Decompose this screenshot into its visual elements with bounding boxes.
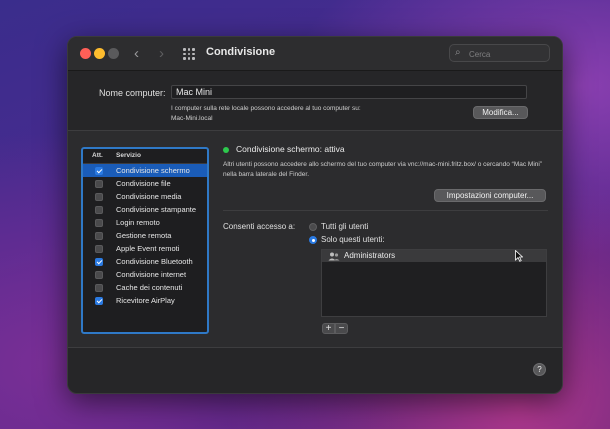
service-label: Condivisione media (116, 192, 182, 201)
service-checkbox[interactable] (95, 258, 103, 266)
sharing-window: ‹ › Condivisione ⌕ Nome computer: Mac Mi… (67, 36, 563, 394)
local-hostname: Mac-Mini.local (171, 115, 213, 122)
service-checkbox[interactable] (95, 297, 103, 305)
service-row[interactable]: Gestione remota (83, 229, 207, 242)
service-row[interactable]: Condivisione file (83, 177, 207, 190)
header-on: Att. (92, 152, 103, 159)
allowed-users-list[interactable]: Administrators (321, 249, 547, 317)
detail-divider (223, 210, 548, 211)
title-bar: ‹ › Condivisione ⌕ (68, 37, 562, 71)
radio-only-these-users-label[interactable]: Solo questi utenti: (321, 235, 385, 244)
service-label: Gestione remota (116, 231, 172, 240)
service-row[interactable]: Cache dei contenuti (83, 281, 207, 294)
service-checkbox[interactable] (95, 167, 103, 175)
mouse-pointer-icon (515, 250, 523, 262)
computer-settings-button[interactable]: Impostazioni computer... (434, 189, 546, 202)
services-list[interactable]: Att. Servizio Condivisione schermo Condiv… (81, 147, 209, 334)
allow-access-label: Consenti accesso a: (223, 222, 296, 231)
radio-all-users[interactable] (309, 223, 317, 231)
computer-name-help: I computer sulla rete locale possono acc… (171, 104, 431, 124)
sharing-main-section: Att. Servizio Condivisione schermo Condiv… (68, 131, 562, 347)
service-description: Altri utenti possono accedere allo scher… (223, 161, 542, 178)
services-list-header: Att. Servizio (83, 149, 207, 164)
service-checkbox[interactable] (95, 180, 103, 188)
service-row[interactable]: Login remoto (83, 216, 207, 229)
service-label: Cache dei contenuti (116, 283, 183, 292)
close-window-button[interactable] (80, 48, 91, 59)
service-label: Condivisione file (116, 179, 171, 188)
back-chevron-icon[interactable]: ‹ (134, 45, 139, 62)
computer-name-section: Nome computer: Mac Mini I computer sulla… (68, 71, 562, 130)
service-checkbox[interactable] (95, 284, 103, 292)
service-label: Condivisione Bluetooth (116, 257, 193, 266)
service-label: Ricevitore AirPlay (116, 296, 175, 305)
service-row[interactable]: Apple Event remoti (83, 242, 207, 255)
computer-name-label: Nome computer: (99, 88, 166, 98)
user-group-label: Administrators (344, 251, 396, 260)
service-row[interactable]: Condivisione internet (83, 268, 207, 281)
service-row[interactable]: Condivisione media (83, 190, 207, 203)
service-row[interactable]: Condivisione Bluetooth (83, 255, 207, 268)
group-icon (328, 252, 340, 261)
help-button[interactable]: ? (533, 363, 546, 376)
header-service: Servizio (116, 152, 141, 159)
service-checkbox[interactable] (95, 271, 103, 279)
radio-only-these-users[interactable] (309, 236, 317, 244)
minimize-window-button[interactable] (94, 48, 105, 59)
service-row[interactable]: Ricevitore AirPlay (83, 294, 207, 307)
service-status: Condivisione schermo: attiva (236, 144, 345, 154)
service-checkbox[interactable] (95, 219, 103, 227)
window-title: Condivisione (206, 46, 276, 58)
search-field[interactable]: ⌕ (449, 44, 550, 62)
computer-name-field[interactable]: Mac Mini (171, 85, 527, 99)
service-checkbox[interactable] (95, 193, 103, 201)
status-indicator-icon (223, 147, 229, 153)
search-icon: ⌕ (455, 47, 461, 58)
radio-all-users-label[interactable]: Tutti gli utenti (321, 222, 368, 231)
add-user-button[interactable]: + (322, 323, 335, 334)
search-input[interactable] (467, 46, 549, 62)
computer-name-help-line1: I computer sulla rete locale possono acc… (171, 105, 361, 112)
list-item[interactable]: Administrators (322, 250, 546, 262)
service-row[interactable]: Condivisione stampante (83, 203, 207, 216)
service-label: Condivisione internet (116, 270, 187, 279)
forward-chevron-icon[interactable]: › (159, 45, 164, 62)
remove-user-button[interactable]: − (335, 323, 348, 334)
edit-hostname-button[interactable]: Modifica... (473, 106, 528, 119)
bottom-divider (68, 347, 562, 348)
service-label: Apple Event remoti (116, 244, 180, 253)
service-label: Condivisione schermo (116, 166, 190, 175)
service-label: Condivisione stampante (116, 205, 197, 214)
service-label: Login remoto (116, 218, 160, 227)
service-checkbox[interactable] (95, 232, 103, 240)
service-checkbox[interactable] (95, 206, 103, 214)
service-checkbox[interactable] (95, 245, 103, 253)
service-row[interactable]: Condivisione schermo (83, 164, 207, 177)
zoom-window-button[interactable] (108, 48, 119, 59)
show-all-grid-icon[interactable] (183, 48, 195, 60)
